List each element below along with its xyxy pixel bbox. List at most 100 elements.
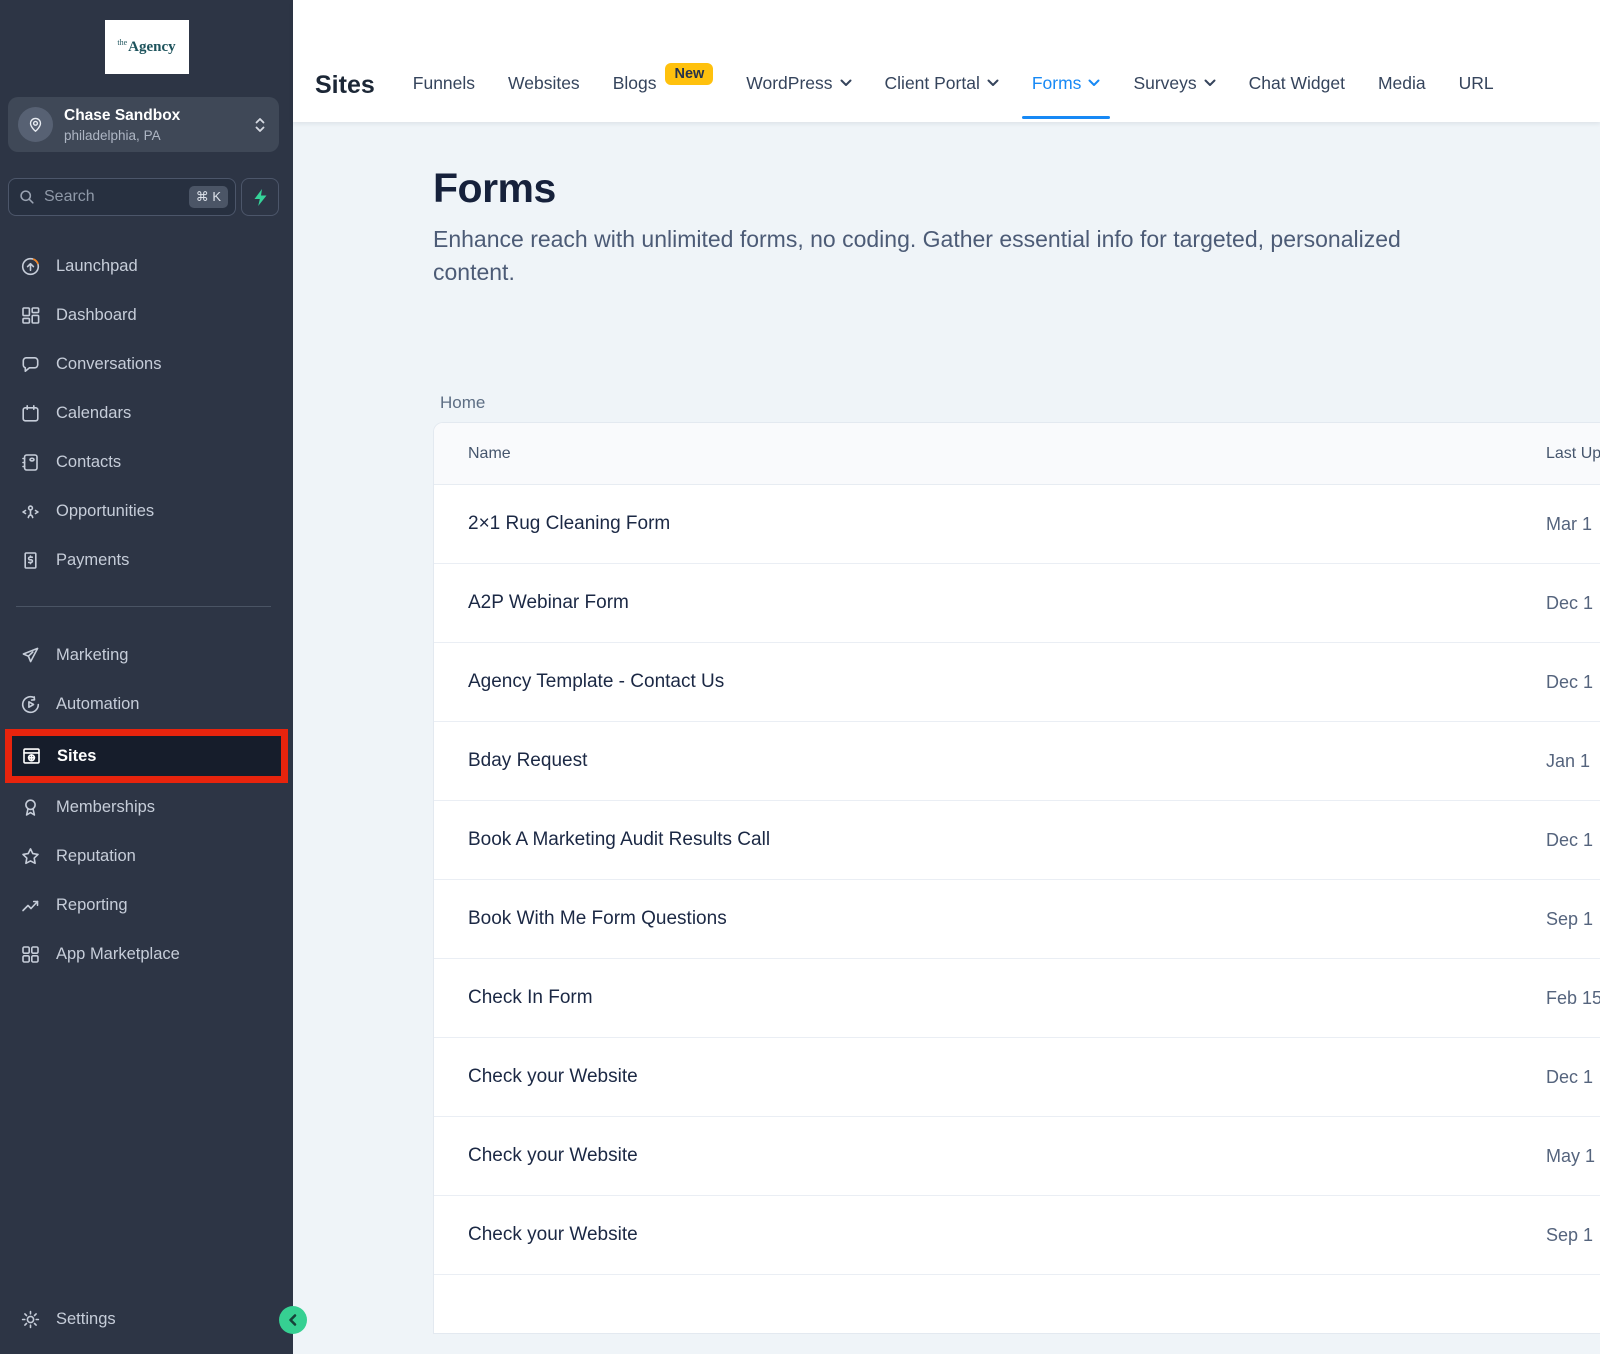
table-row[interactable]: Check your Website May 1 (434, 1117, 1600, 1196)
sidebar-collapse-button[interactable] (279, 1306, 307, 1334)
sidebar-item-label: Calendars (56, 404, 131, 423)
tab-label: Surveys (1133, 73, 1196, 94)
dashboard-icon (20, 305, 41, 326)
form-last-updated: May 1 (1546, 1146, 1595, 1167)
sidebar-item-launchpad[interactable]: Launchpad (0, 242, 293, 291)
account-location: philadelphia, PA (64, 128, 180, 143)
sidebar-item-label: Memberships (56, 798, 155, 817)
form-last-updated: Dec 1 (1546, 1067, 1593, 1088)
form-name[interactable]: Check your Website (468, 1145, 638, 1167)
app-marketplace-icon (20, 944, 41, 965)
table-row[interactable]: Book With Me Form Questions Sep 1 (434, 880, 1600, 959)
table-row[interactable]: Book A Marketing Audit Results CallDec 1 (434, 801, 1600, 880)
sidebar-item-calendars[interactable]: Calendars (0, 389, 293, 438)
chevron-down-icon (987, 79, 999, 87)
tab-client-portal[interactable]: Client Portal (885, 73, 999, 94)
form-name[interactable]: Book With Me Form Questions (468, 908, 727, 930)
table-row[interactable]: 2×1 Rug Cleaning Form Mar 1 (434, 485, 1600, 564)
form-last-updated: Jan 1 (1546, 751, 1590, 772)
gear-icon (20, 1309, 41, 1330)
location-pin-icon (26, 115, 45, 134)
table-body: 2×1 Rug Cleaning Form Mar 1 A2P Webinar Fo… (434, 485, 1600, 1275)
opportunities-icon (20, 501, 41, 522)
page-title: Forms (433, 165, 1600, 212)
column-header-name: Name (468, 445, 511, 463)
tab-websites[interactable]: Websites (508, 73, 580, 94)
sidebar-item-reputation[interactable]: Reputation (0, 832, 293, 881)
sidebar-item-app-marketplace[interactable]: App Marketplace (0, 930, 293, 979)
chevron-down-icon (1088, 79, 1100, 87)
form-name[interactable]: Check In Form (468, 987, 593, 1009)
form-name[interactable]: Book A Marketing Audit Results Call (468, 829, 770, 851)
form-name[interactable]: 2×1 Rug Cleaning Form (468, 513, 670, 535)
sidebar-item-label: Reporting (56, 896, 128, 915)
payments-icon (20, 550, 41, 571)
sidebar-item-dashboard[interactable]: Dashboard (0, 291, 293, 340)
lightning-bolt-icon (252, 188, 269, 207)
sidebar-item-conversations[interactable]: Conversations (0, 340, 293, 389)
form-name[interactable]: Agency Template - Contact Us (468, 671, 724, 693)
table-row[interactable]: Bday Request Jan 1 (434, 722, 1600, 801)
sidebar-item-payments[interactable]: Payments (0, 536, 293, 585)
sidebar-item-opportunities[interactable]: Opportunities (0, 487, 293, 536)
search-input[interactable]: Search ⌘ K (8, 178, 236, 216)
tab-label: Client Portal (885, 73, 980, 94)
logo-prefix: the (117, 38, 127, 47)
chevron-up-down-icon (253, 116, 267, 134)
tab-wordpress[interactable]: WordPress (746, 73, 851, 94)
form-last-updated: Sep 1 (1546, 909, 1593, 930)
sidebar-bottom: Settings (0, 1295, 293, 1354)
table-row[interactable]: Check your Website Dec 1 (434, 1038, 1600, 1117)
tab-label: Chat Widget (1249, 73, 1345, 94)
form-last-updated: Sep 1 (1546, 1225, 1593, 1246)
page-content: Forms Enhance reach with unlimited forms… (293, 122, 1600, 1354)
topnav-links: Funnels Websites BlogsNew WordPress Client P… (413, 72, 1494, 122)
page-subtitle: Enhance reach with unlimited forms, no c… (433, 223, 1443, 289)
app-window: theAgency Chase Sandbox philadelphia, PA… (0, 0, 1600, 1354)
sidebar-item-settings[interactable]: Settings (0, 1295, 293, 1344)
calendar-icon (20, 403, 41, 424)
form-name[interactable]: Check your Website (468, 1066, 638, 1088)
sidebar-item-memberships[interactable]: Memberships (0, 783, 293, 832)
tab-blogs[interactable]: BlogsNew (613, 72, 714, 94)
form-name[interactable]: Bday Request (468, 750, 587, 772)
form-name[interactable]: Check your Website (468, 1224, 638, 1246)
sidebar-item-label: Dashboard (56, 306, 137, 325)
form-name[interactable]: A2P Webinar Form (468, 592, 629, 614)
tab-funnels[interactable]: Funnels (413, 73, 475, 94)
breadcrumb[interactable]: Home (440, 393, 1600, 413)
form-last-updated: Mar 1 (1546, 514, 1592, 535)
top-navigation: Sites FunnelsWebsitesBlogsNewWordPressCl… (293, 0, 1600, 122)
sidebar-item-label: Marketing (56, 646, 128, 665)
tab-url[interactable]: URL (1459, 73, 1494, 94)
sidebar-item-automation[interactable]: Automation (0, 680, 293, 729)
tab-label: Blogs (613, 73, 657, 94)
marketing-icon (20, 645, 41, 666)
sidebar-item-label: Settings (56, 1310, 116, 1329)
tab-label: Websites (508, 73, 580, 94)
tab-label: Media (1378, 73, 1426, 94)
agency-logo: theAgency (105, 20, 189, 74)
sidebar-item-contacts[interactable]: Contacts (0, 438, 293, 487)
account-switcher[interactable]: Chase Sandbox philadelphia, PA (8, 97, 279, 152)
reporting-icon (20, 895, 41, 916)
table-row[interactable]: Check In Form Feb 15 (434, 959, 1600, 1038)
tab-forms[interactable]: Forms (1032, 73, 1101, 94)
table-row[interactable]: Agency Template - Contact UsDec 1 (434, 643, 1600, 722)
sidebar-item-sites[interactable]: Sites (12, 736, 281, 776)
form-last-updated: Feb 15 (1546, 988, 1600, 1009)
sidebar-item-label: Payments (56, 551, 129, 570)
automation-icon (20, 694, 41, 715)
sidebar-item-marketing[interactable]: Marketing (0, 631, 293, 680)
quick-actions-button[interactable] (241, 178, 279, 216)
tab-chat-widget[interactable]: Chat Widget (1249, 73, 1345, 94)
avatar (18, 107, 53, 142)
tab-media[interactable]: Media (1378, 73, 1426, 94)
new-badge: New (665, 63, 713, 85)
launchpad-icon (20, 256, 41, 277)
table-row[interactable]: Check your Website Sep 1 (434, 1196, 1600, 1275)
tab-surveys[interactable]: Surveys (1133, 73, 1215, 94)
memberships-icon (20, 797, 41, 818)
table-row[interactable]: A2P Webinar FormDec 1 (434, 564, 1600, 643)
sidebar-item-reporting[interactable]: Reporting (0, 881, 293, 930)
